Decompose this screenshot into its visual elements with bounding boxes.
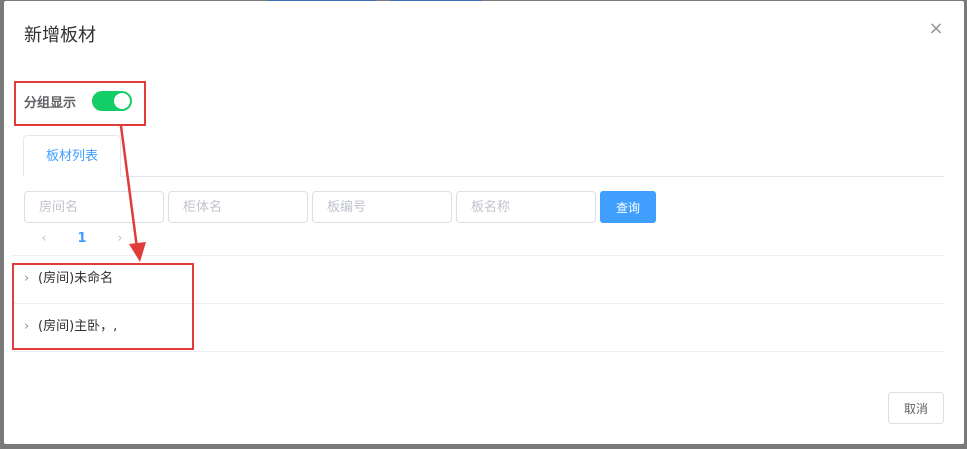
annotation-arrow bbox=[119, 125, 146, 262]
tab-board-list[interactable]: 板材列表 bbox=[23, 135, 121, 177]
